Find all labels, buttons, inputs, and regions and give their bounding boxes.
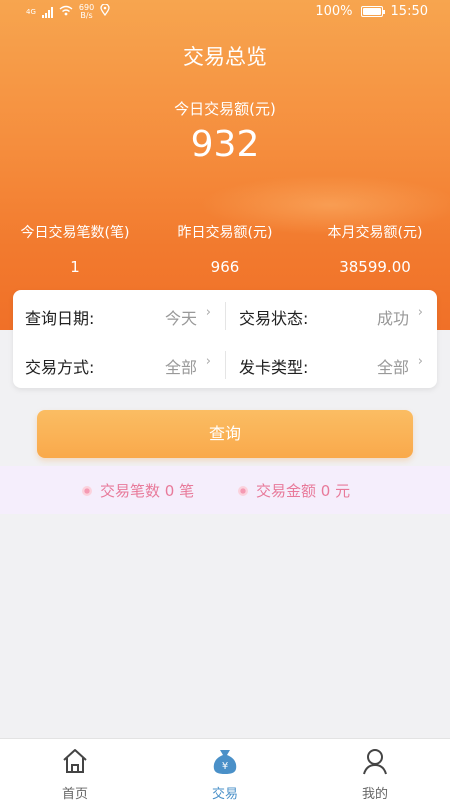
- status-bar: 4G 690 B/s 100% 15:50: [0, 0, 450, 26]
- date-filter-label: 查询日期:: [25, 309, 95, 328]
- summary-bar: 交易笔数 0 笔 交易金额 0 元: [0, 466, 450, 514]
- net-speed-unit: B/s: [80, 11, 93, 20]
- tab-transactions[interactable]: ¥ 交易: [150, 739, 300, 800]
- stat-label: 本月交易额(元): [327, 225, 423, 241]
- dot-icon: [238, 485, 248, 496]
- method-filter[interactable]: 交易方式: 全部 ›: [13, 339, 225, 388]
- today-amount-label: 今日交易额(元): [174, 100, 276, 118]
- chevron-right-icon: ›: [417, 354, 423, 369]
- tab-label: 首页: [61, 787, 88, 800]
- money-bag-icon: ¥: [210, 746, 240, 776]
- filter-card: 查询日期: 今天 › 交易状态: 成功 › 交易方式: 全部 › 发卡类型: 全…: [13, 290, 437, 388]
- chevron-right-icon: ›: [417, 305, 423, 320]
- signal-icon: [41, 6, 53, 18]
- battery-icon: [360, 6, 385, 17]
- bottom-tab-bar: 首页 ¥ 交易 我的: [0, 738, 450, 800]
- summary-count: 交易笔数 0 笔: [82, 480, 194, 501]
- stat-today-count: 今日交易笔数(笔) 1: [0, 222, 150, 276]
- date-filter[interactable]: 查询日期: 今天 ›: [13, 290, 225, 339]
- tab-profile[interactable]: 我的: [300, 739, 450, 800]
- svg-text:¥: ¥: [222, 761, 228, 772]
- divider: [225, 351, 226, 379]
- date-filter-value: 今天: [164, 309, 197, 328]
- tab-label: 我的: [361, 787, 388, 800]
- wifi-icon: [59, 5, 73, 20]
- clock: 15:50: [390, 4, 428, 19]
- battery-percent: 100%: [315, 4, 353, 19]
- overview-header: 4G 690 B/s 100% 15:50 交易总览 今日交易额(元) 932 …: [0, 0, 450, 330]
- method-filter-value: 全部: [164, 358, 197, 377]
- page-title: 交易总览: [183, 45, 267, 69]
- location-icon: [100, 3, 110, 20]
- divider: [225, 302, 226, 330]
- summary-count-text: 交易笔数 0 笔: [100, 482, 195, 500]
- summary-amount: 交易金额 0 元: [238, 480, 350, 501]
- status-filter-label: 交易状态:: [239, 309, 309, 328]
- method-filter-label: 交易方式:: [25, 358, 95, 377]
- network-type: 4G: [26, 8, 36, 16]
- card-type-filter-label: 发卡类型:: [239, 358, 309, 377]
- stat-yesterday-amount: 昨日交易额(元) 966: [150, 222, 300, 276]
- today-amount-value: 932: [190, 124, 260, 165]
- summary-amount-text: 交易金额 0 元: [256, 482, 351, 500]
- status-filter-value: 成功: [376, 309, 409, 328]
- stat-value: 38599.00: [339, 258, 411, 276]
- stat-label: 昨日交易额(元): [177, 225, 273, 241]
- status-filter[interactable]: 交易状态: 成功 ›: [225, 290, 437, 339]
- stat-value: 966: [210, 258, 240, 276]
- stat-value: 1: [70, 258, 80, 276]
- query-button[interactable]: 查询: [37, 410, 413, 458]
- user-icon: [360, 746, 390, 776]
- tab-home[interactable]: 首页: [0, 739, 150, 800]
- stat-month-amount: 本月交易额(元) 38599.00: [300, 222, 450, 276]
- chevron-right-icon: ›: [205, 354, 211, 369]
- tab-label: 交易: [211, 787, 238, 800]
- net-speed: 690 B/s: [79, 4, 94, 20]
- home-icon: [60, 746, 90, 776]
- card-type-filter[interactable]: 发卡类型: 全部 ›: [225, 339, 437, 388]
- chevron-right-icon: ›: [205, 305, 211, 320]
- card-type-filter-value: 全部: [376, 358, 409, 377]
- stat-label: 今日交易笔数(笔): [20, 225, 130, 241]
- dot-icon: [82, 485, 92, 496]
